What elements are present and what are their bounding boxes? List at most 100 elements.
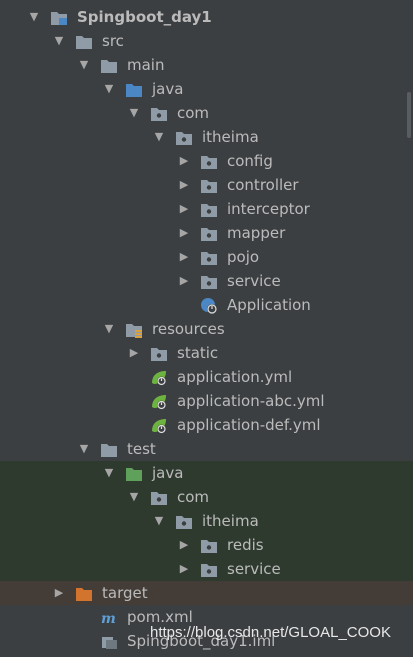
tree-row[interactable]: ▼ itheima: [0, 125, 413, 149]
package-icon: [200, 177, 218, 193]
tree-row[interactable]: ▶ interceptor: [0, 197, 413, 221]
chevron-right-icon[interactable]: ▶: [177, 149, 191, 173]
package-icon: [200, 561, 218, 577]
package-icon: [200, 153, 218, 169]
tree-row[interactable]: ▼ src: [0, 29, 413, 53]
chevron-down-icon[interactable]: ▼: [27, 5, 41, 29]
package-icon: [175, 513, 193, 529]
chevron-right-icon[interactable]: ▶: [177, 197, 191, 221]
chevron-down-icon[interactable]: ▼: [102, 317, 116, 341]
tree-item-label: application-def.yml: [177, 416, 321, 434]
package-icon: [200, 273, 218, 289]
chevron-down-icon[interactable]: ▼: [127, 485, 141, 509]
tree-item-label: Spingboot_day1: [77, 8, 212, 26]
tree-item-label: com: [177, 104, 210, 122]
maven-icon: m: [100, 609, 118, 627]
excluded-folder-icon: [75, 585, 93, 601]
tree-row[interactable]: application.yml: [0, 365, 413, 389]
tree-item-label: itheima: [202, 512, 259, 530]
tree-item-label: itheima: [202, 128, 259, 146]
tree-row[interactable]: application-abc.yml: [0, 389, 413, 413]
tree-row[interactable]: ▶ mapper: [0, 221, 413, 245]
package-icon: [150, 105, 168, 121]
resources-folder-icon: [125, 321, 143, 338]
tree-row[interactable]: ▼ com: [0, 485, 413, 509]
package-icon: [200, 249, 218, 265]
tree-row[interactable]: Application: [0, 293, 413, 317]
tree-item-label: Application: [227, 296, 311, 314]
chevron-right-icon[interactable]: ▶: [177, 557, 191, 581]
tree-item-label: service: [227, 272, 281, 290]
chevron-right-icon[interactable]: ▶: [177, 533, 191, 557]
tree-row[interactable]: ▶ service: [0, 269, 413, 293]
folder-icon: [75, 33, 93, 49]
folder-icon: [100, 57, 118, 73]
scrollbar[interactable]: [407, 92, 411, 138]
module-folder-icon: [50, 9, 68, 25]
test-source-folder-icon: [125, 465, 143, 481]
tree-item-label: pojo: [227, 248, 260, 266]
chevron-down-icon[interactable]: ▼: [52, 29, 66, 53]
tree-item-label: target: [102, 584, 148, 602]
tree-item-label: com: [177, 488, 210, 506]
spring-yml-icon: [150, 417, 168, 434]
tree-item-label: static: [177, 344, 219, 362]
tree-row[interactable]: ▼ com: [0, 101, 413, 125]
chevron-down-icon[interactable]: ▼: [127, 101, 141, 125]
tree-item-label: service: [227, 560, 281, 578]
folder-icon: [100, 441, 118, 457]
tree-item-label: application-abc.yml: [177, 392, 325, 410]
chevron-right-icon[interactable]: ▶: [177, 245, 191, 269]
package-icon: [150, 489, 168, 505]
chevron-right-icon[interactable]: ▶: [52, 581, 66, 605]
tree-item-label: application.yml: [177, 368, 293, 386]
tree-row[interactable]: ▶ pojo: [0, 245, 413, 269]
tree-row[interactable]: ▼ Spingboot_day1: [0, 5, 413, 29]
chevron-right-icon[interactable]: ▶: [177, 173, 191, 197]
tree-item-label: config: [227, 152, 273, 170]
package-icon: [200, 201, 218, 217]
chevron-right-icon[interactable]: ▶: [127, 341, 141, 365]
tree-item-label: main: [127, 56, 165, 74]
tree-row[interactable]: ▼ test: [0, 437, 413, 461]
tree-row[interactable]: ▶ target: [0, 581, 413, 605]
chevron-down-icon[interactable]: ▼: [102, 461, 116, 485]
chevron-down-icon[interactable]: ▼: [152, 125, 166, 149]
package-icon: [175, 129, 193, 145]
spring-yml-icon: [150, 393, 168, 410]
spring-yml-icon: [150, 369, 168, 386]
chevron-down-icon[interactable]: ▼: [77, 437, 91, 461]
iml-file-icon: [100, 633, 118, 649]
tree-row[interactable]: application-def.yml: [0, 413, 413, 437]
tree-item-label: java: [152, 80, 184, 98]
svg-text:m: m: [101, 611, 116, 626]
chevron-right-icon[interactable]: ▶: [177, 269, 191, 293]
tree-item-label: mapper: [227, 224, 286, 242]
tree-item-label: test: [127, 440, 156, 458]
chevron-down-icon[interactable]: ▼: [77, 53, 91, 77]
tree-row[interactable]: ▶ redis: [0, 533, 413, 557]
tree-item-label: redis: [227, 536, 264, 554]
tree-item-label: controller: [227, 176, 299, 194]
watermark-text: https://blog.csdn.net/GLOAL_COOK: [150, 624, 391, 641]
tree-row[interactable]: ▼ java: [0, 461, 413, 485]
package-icon: [200, 537, 218, 553]
chevron-down-icon[interactable]: ▼: [152, 509, 166, 533]
chevron-down-icon[interactable]: ▼: [102, 77, 116, 101]
tree-item-label: resources: [152, 320, 225, 338]
tree-row[interactable]: ▼ itheima: [0, 509, 413, 533]
tree-item-label: src: [102, 32, 124, 50]
tree-item-label: java: [152, 464, 184, 482]
tree-row[interactable]: ▶ static: [0, 341, 413, 365]
tree-row[interactable]: ▼ java: [0, 77, 413, 101]
tree-row[interactable]: ▶ controller: [0, 173, 413, 197]
tree-row[interactable]: ▶ service: [0, 557, 413, 581]
chevron-right-icon[interactable]: ▶: [177, 221, 191, 245]
tree-row[interactable]: ▼ main: [0, 53, 413, 77]
project-tree[interactable]: ▼ Spingboot_day1 ▼ src ▼ main ▼ java ▼ com ▼ itheim…: [0, 0, 413, 654]
tree-row[interactable]: ▶ config: [0, 149, 413, 173]
tree-item-label: interceptor: [227, 200, 310, 218]
package-icon: [150, 345, 168, 361]
tree-row[interactable]: ▼ resources: [0, 317, 413, 341]
source-folder-icon: [125, 81, 143, 97]
